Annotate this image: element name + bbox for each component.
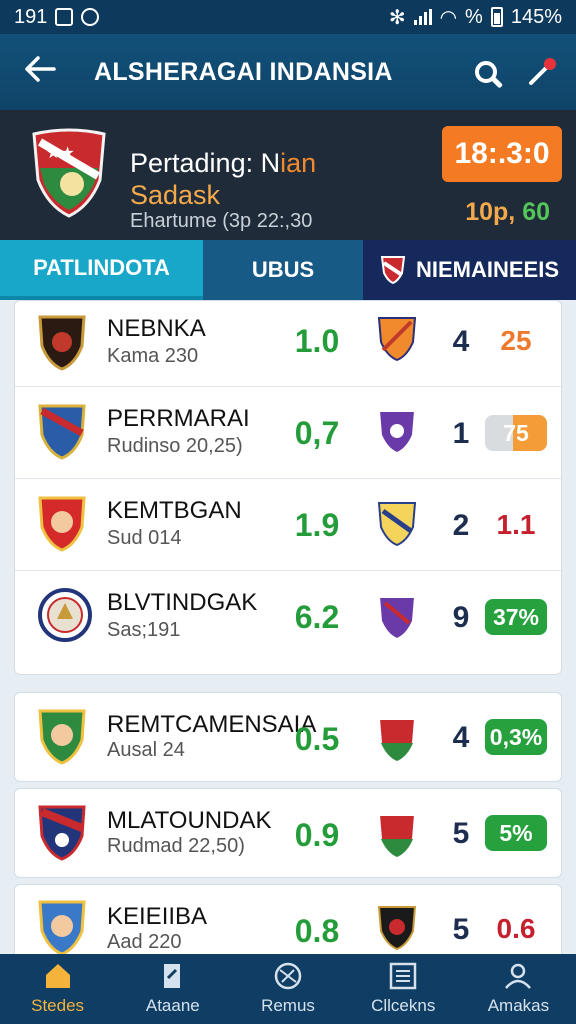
team-crest-icon xyxy=(38,315,86,371)
match-title: Pertading: Nian xyxy=(130,148,317,178)
list-item[interactable]: KEIEIIBA Aad 220 0.8 5 0.6 xyxy=(14,884,562,964)
row-value: 1.1 xyxy=(496,509,536,540)
nav-amakas[interactable]: Amakas xyxy=(461,954,576,1024)
team-crest-icon xyxy=(38,588,92,642)
team-name: KEMTBGAN xyxy=(107,497,242,524)
opponent-crest-icon xyxy=(377,596,417,641)
odds-value: 6.2 xyxy=(294,599,340,635)
opponent-crest-icon xyxy=(377,814,417,859)
opponent-crest-icon xyxy=(377,502,417,547)
odds-value: 0.5 xyxy=(294,721,340,757)
tab-bar: PATLINDOTA UBUS NIEMAINEEIS xyxy=(0,240,576,300)
home-icon xyxy=(45,964,70,988)
match-time: Ehartume (3p 22:,30 xyxy=(130,210,313,232)
list-item[interactable]: MLATOUNDAK Rudmad 22,50) 0.9 5 5% xyxy=(14,788,562,878)
list-item[interactable]: REMTCAMENSAIA Ausal 24 0.5 4 0,3% xyxy=(14,692,562,782)
clock: 191 xyxy=(14,5,48,28)
team-crest-icon xyxy=(38,709,86,765)
opponent-crest-icon xyxy=(377,718,417,763)
svg-text:★★: ★★ xyxy=(46,143,75,162)
back-arrow-icon[interactable] xyxy=(0,55,80,89)
row-number: 5 xyxy=(452,913,470,946)
team-name: NEBNKA xyxy=(107,315,206,342)
opponent-crest-icon xyxy=(377,906,417,951)
battery-icon xyxy=(490,7,503,27)
row-value: 0.6 xyxy=(496,913,536,944)
team-subtitle: Kama 230 xyxy=(107,345,199,367)
flag-icon xyxy=(163,964,180,988)
team-subtitle: Sas;191 xyxy=(107,619,181,641)
alarm-icon xyxy=(81,8,100,26)
search-button[interactable] xyxy=(458,61,514,83)
list-icon xyxy=(389,962,417,990)
nav-stedes[interactable]: Stedes xyxy=(0,954,115,1024)
row-number: 4 xyxy=(452,721,470,754)
row-value: 0,3% xyxy=(485,719,547,755)
row-number: 5 xyxy=(452,817,470,850)
list-item[interactable]: BLVTINDGAK Sas;191 6.2 9 37% xyxy=(15,571,563,676)
list-card: NEBNKA Kama 230 1.0 4 25 PERRMARAI Rudin… xyxy=(14,300,563,676)
team-crest-icon xyxy=(38,496,86,552)
app-bar: ALSHERAGAI INDANSIA xyxy=(0,34,576,110)
user-icon xyxy=(505,963,532,989)
team-name: KEIEIIBA xyxy=(107,903,208,930)
team-crest-icon: ★★ xyxy=(32,128,106,218)
team-name: PERRMARAI xyxy=(107,405,250,432)
signal-icon xyxy=(413,9,432,25)
team-subtitle: Rudinso 20,25) xyxy=(107,435,243,457)
crest-icon xyxy=(380,256,406,285)
match-odds: 10p, 60 xyxy=(465,198,550,226)
row-number: 2 xyxy=(452,509,470,542)
opponent-crest-icon xyxy=(377,317,417,362)
row-value: 75 xyxy=(485,415,547,451)
tab-ubus[interactable]: UBUS xyxy=(203,240,363,300)
odds-value: 0.8 xyxy=(294,913,340,949)
odds-value: 0,7 xyxy=(294,415,340,451)
row-value: 5% xyxy=(485,815,547,851)
bottom-navigation: Stedes Ataane Remus Cllcekns Amakas xyxy=(0,954,576,1024)
team-subtitle: Ausal 24 xyxy=(107,739,185,761)
opponent-crest-icon xyxy=(377,410,417,455)
pin-icon xyxy=(529,58,556,85)
list-item[interactable]: NEBNKA Kama 230 1.0 4 25 xyxy=(15,301,563,387)
row-number: 4 xyxy=(452,325,470,358)
signal-percent: % xyxy=(465,5,483,28)
row-value: 37% xyxy=(485,599,547,635)
team-name: MLATOUNDAK xyxy=(107,807,272,834)
pin-button[interactable] xyxy=(514,55,570,89)
score-badge: 18:.3:0 xyxy=(442,126,562,182)
match-subtitle: Sadask xyxy=(130,180,221,210)
battery-level: 145% xyxy=(510,5,562,28)
row-value: 25 xyxy=(500,325,532,356)
ball-icon xyxy=(274,962,302,990)
search-icon xyxy=(475,61,497,83)
team-name: BLVTINDGAK xyxy=(107,589,258,616)
tab-niemaineeis[interactable]: NIEMAINEEIS xyxy=(363,240,576,300)
nav-remus[interactable]: Remus xyxy=(230,954,345,1024)
match-panel[interactable]: ★★ Pertading: Nian Sadask Ehartume (3p 2… xyxy=(0,110,576,240)
row-number: 1 xyxy=(452,417,470,450)
odds-value: 1.0 xyxy=(294,323,340,359)
status-bar: 191 ✻ ◠ % 145% xyxy=(0,0,576,34)
nav-ataane[interactable]: Ataane xyxy=(115,954,230,1024)
team-subtitle: Rudmad 22,50) xyxy=(107,835,245,857)
odds-value: 1.9 xyxy=(294,507,340,543)
row-number: 9 xyxy=(452,601,470,634)
team-crest-icon xyxy=(38,404,86,460)
bluetooth-icon: ✻ xyxy=(388,6,406,29)
team-crest-icon xyxy=(38,805,86,861)
wifi-icon: ◠ xyxy=(439,6,458,29)
list-item[interactable]: KEMTBGAN Sud 014 1.9 2 1.1 xyxy=(15,479,563,571)
tab-patlindota[interactable]: PATLINDOTA xyxy=(0,240,203,300)
image-icon xyxy=(55,8,74,26)
page-title: ALSHERAGAI INDANSIA xyxy=(94,57,393,86)
team-subtitle: Sud 014 xyxy=(107,527,182,549)
odds-value: 0.9 xyxy=(294,817,340,853)
team-crest-icon xyxy=(38,900,86,956)
team-name: REMTCAMENSAIA xyxy=(107,711,317,738)
list-item[interactable]: PERRMARAI Rudinso 20,25) 0,7 1 75 xyxy=(15,387,563,479)
team-subtitle: Aad 220 xyxy=(107,931,182,953)
nav-cllcekns[interactable]: Cllcekns xyxy=(346,954,461,1024)
